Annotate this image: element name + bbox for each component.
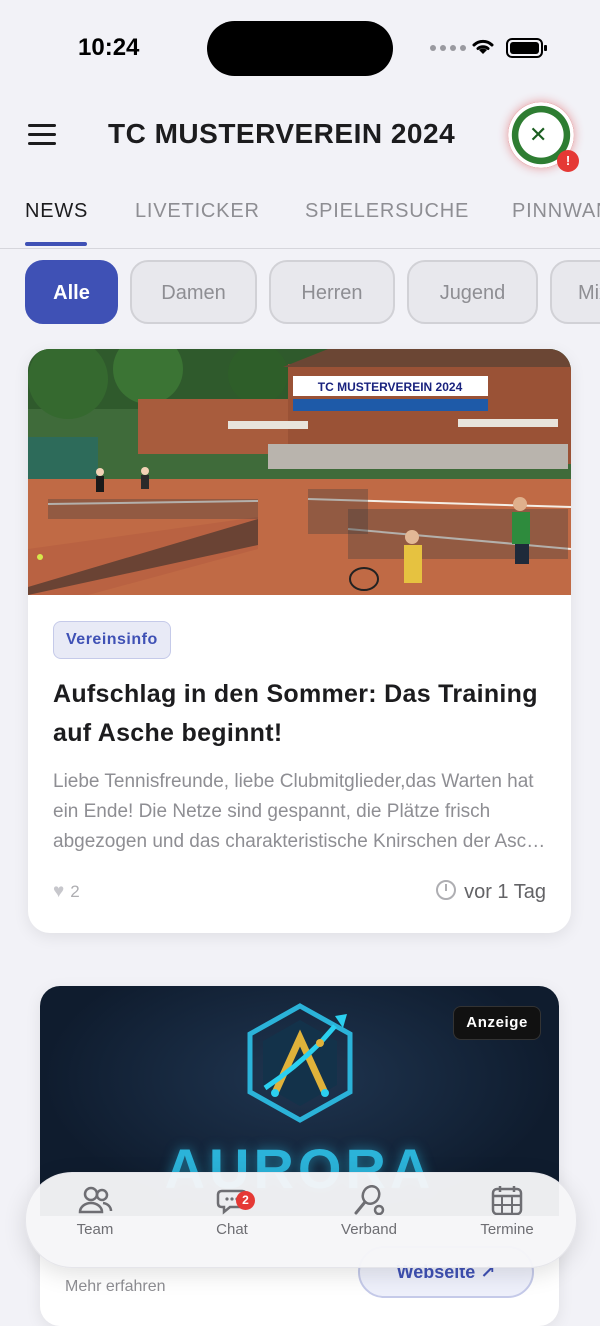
wifi-icon <box>472 39 494 54</box>
nav-chat-label: Chat <box>216 1221 248 1238</box>
tab-spielersuche[interactable]: SPIELERSUCHE <box>305 200 469 223</box>
page-title: TC MUSTERVEREIN 2024 <box>108 118 456 149</box>
ad-more-text[interactable]: Mehr erfahren <box>65 1278 166 1296</box>
nav-chat[interactable]: 2 Chat <box>177 1185 287 1238</box>
clock-icon <box>436 880 457 900</box>
tab-bar: NEWS LIVETICKER SPIELERSUCHE PINNWAND <box>0 186 600 249</box>
app-header: TC MUSTERVEREIN 2024 ✕ <box>0 96 600 176</box>
nav-team[interactable]: Team <box>40 1185 150 1238</box>
status-bar: 10:24 <box>0 0 600 96</box>
clubhouse-sign: TC MUSTERVEREIN 2024 <box>318 380 463 394</box>
category-badge[interactable]: Vereinsinfo <box>53 621 171 659</box>
nav-verband-label: Verband <box>341 1221 397 1238</box>
ad-card[interactable]: AURORA Anzeige Mehr erfahren Webseite ↗ <box>40 986 559 1326</box>
like-button[interactable]: ♥ 2 <box>53 881 80 903</box>
filter-chip-damen[interactable]: Damen <box>130 260 257 324</box>
status-time: 10:24 <box>78 34 140 61</box>
battery-icon <box>506 38 547 58</box>
calendar-icon <box>491 1186 523 1215</box>
notification-badge: ! <box>557 150 579 172</box>
aurora-logo-icon <box>247 1003 353 1123</box>
nav-termine-label: Termine <box>480 1221 534 1238</box>
post-age-text: vor 1 Tag <box>464 881 546 903</box>
filter-chip-mixed[interactable]: Mixed <box>550 260 600 324</box>
nav-team-label: Team <box>76 1221 114 1238</box>
post-age: vor 1 Tag <box>436 880 546 904</box>
hamburger-menu-icon[interactable] <box>28 124 56 146</box>
filter-chip-alle[interactable]: Alle <box>25 260 118 324</box>
tab-liveticker[interactable]: LIVETICKER <box>135 200 260 223</box>
racket-icon <box>354 1185 385 1215</box>
tennis-rackets-icon: ✕ <box>529 122 548 147</box>
filter-chip-herren[interactable]: Herren <box>269 260 395 324</box>
dynamic-island <box>207 21 393 76</box>
team-icon <box>78 1186 113 1214</box>
chat-badge: 2 <box>236 1191 255 1210</box>
news-excerpt: Liebe Tennisfreunde, liebe Clubmitgliede… <box>53 771 548 852</box>
bottom-navigation: Team 2 Chat Verband Termine <box>25 1172 577 1268</box>
like-count: 2 <box>70 882 80 901</box>
active-tab-indicator <box>25 242 87 246</box>
tab-pinnwand[interactable]: PINNWAND <box>512 200 600 223</box>
tab-news[interactable]: NEWS <box>25 200 88 223</box>
news-card[interactable]: TC MUSTERVEREIN 2024 Vereinsinfo Aufschl… <box>28 349 571 933</box>
heart-icon: ♥ <box>53 881 65 902</box>
nav-termine[interactable]: Termine <box>452 1185 562 1238</box>
filter-chip-jugend[interactable]: Jugend <box>407 260 538 324</box>
news-title: Aufschlag in den Sommer: Das Training au… <box>53 680 538 747</box>
ad-label: Anzeige <box>453 1006 541 1040</box>
nav-verband[interactable]: Verband <box>314 1185 424 1238</box>
signal-icon <box>430 45 466 51</box>
news-image: TC MUSTERVEREIN 2024 <box>28 349 571 595</box>
filter-chips: Alle Damen Herren Jugend Mixed <box>0 259 600 329</box>
